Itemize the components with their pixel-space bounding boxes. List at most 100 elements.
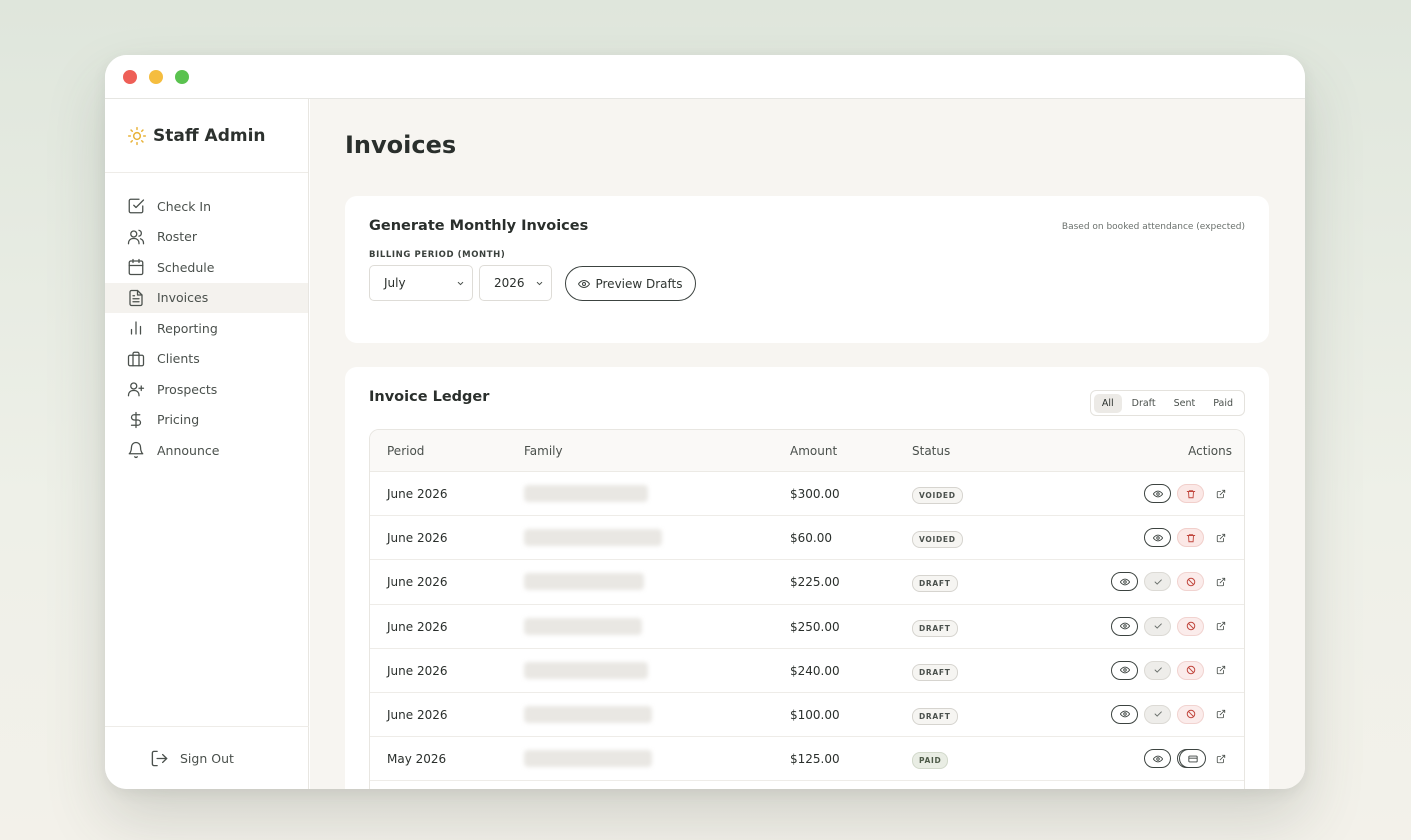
billing-period-label: BILLING PERIOD (MONTH) [369,250,506,260]
void-invoice-button[interactable] [1177,572,1204,592]
filter-draft[interactable]: Draft [1124,394,1164,413]
column-status[interactable]: Status [912,444,950,458]
ban-icon [1186,666,1195,675]
status-badge: DRAFT [912,575,958,593]
check-icon [1154,711,1162,718]
void-invoice-button[interactable] [1177,616,1204,636]
sidebar: Staff Admin Check In Roster Schedule Inv… [105,99,309,789]
view-invoice-button[interactable] [1111,660,1138,680]
view-invoice-button[interactable] [1144,749,1171,769]
approve-invoice-button[interactable] [1144,616,1171,636]
table-header: Period Family Amount Status Actions [370,430,1244,472]
bell-icon [128,442,144,459]
open-external-button[interactable] [1214,663,1228,677]
sidebar-item-announce[interactable]: Announce [105,435,308,466]
delete-invoice-button[interactable] [1177,484,1204,503]
status-badge: PAID [912,752,949,770]
filter-all[interactable]: All [1093,393,1122,413]
view-invoice-button[interactable] [1144,484,1171,503]
delete-invoice-button[interactable] [1177,528,1204,548]
eye-icon [578,279,591,288]
maximize-window-button[interactable] [175,70,189,84]
view-invoice-button[interactable] [1111,572,1138,592]
status-badge: DRAFT [912,663,958,681]
eye-icon [1119,578,1130,586]
row-amount: $300.00 [790,487,840,501]
approve-invoice-button[interactable] [1144,572,1171,592]
sidebar-item-prospects[interactable]: Prospects [105,374,308,405]
row-actions [1144,528,1228,548]
sidebar-item-schedule[interactable]: Schedule [105,252,308,283]
row-family-redacted [524,750,652,768]
filter-sent[interactable]: Sent [1166,394,1204,413]
table-row: June 2026 $300.00 VOIDED [370,472,1244,517]
row-family-redacted [524,705,652,723]
column-amount[interactable]: Amount [790,444,837,458]
close-window-button[interactable] [123,70,137,84]
row-actions [1111,616,1228,636]
sign-out-button[interactable]: Sign Out [105,726,309,789]
generate-card-title: Generate Monthly Invoices [369,218,589,234]
check-icon [1154,579,1162,585]
check-icon [1154,623,1162,629]
preview-drafts-button[interactable]: Preview Drafts [565,266,696,301]
month-select[interactable]: July [369,265,473,301]
column-family[interactable]: Family [524,444,563,458]
row-period: June 2026 [387,531,448,546]
invoice-ledger-card: Invoice Ledger All Draft Sent Paid Perio… [345,367,1269,789]
row-period: May 2026 [387,752,447,767]
view-invoice-button[interactable] [1144,528,1171,548]
month-value: July [384,276,406,290]
column-period[interactable]: Period [387,444,424,458]
view-invoice-button[interactable] [1111,616,1138,636]
open-external-button[interactable] [1214,619,1228,633]
brand-name: Staff Admin [153,125,266,146]
sidebar-nav: Check In Roster Schedule Invoices Report… [105,173,308,466]
row-actions [1111,660,1228,680]
table-row: June 2026 $250.00 DRAFT [370,605,1244,649]
ban-icon [1186,577,1195,587]
approve-invoice-button[interactable] [1144,660,1171,680]
sidebar-item-check-in[interactable]: Check In [105,191,308,222]
sidebar-item-roster[interactable]: Roster [105,222,308,253]
open-external-button[interactable] [1214,487,1228,501]
sidebar-item-reporting[interactable]: Reporting [105,313,308,344]
view-invoice-button[interactable] [1111,704,1138,724]
sidebar-item-invoices[interactable]: Invoices [105,282,308,313]
sidebar-item-clients[interactable]: Clients [105,344,308,375]
open-external-button[interactable] [1214,531,1228,545]
page-title: Invoices [345,131,457,159]
users-icon [127,229,145,245]
year-select[interactable]: 2026 [479,265,552,301]
check-icon [1154,667,1162,674]
briefcase-icon [127,351,145,367]
sidebar-item-pricing[interactable]: Pricing [105,405,308,436]
row-family-redacted [524,617,642,635]
void-invoice-button[interactable] [1177,704,1204,724]
trash-icon [1186,489,1195,498]
app-window: Staff Admin Check In Roster Schedule Inv… [105,55,1305,789]
filter-paid[interactable]: Paid [1205,394,1241,413]
user-plus-icon [127,382,145,397]
eye-icon [1119,711,1130,718]
status-badge: VOIDED [912,531,963,549]
sun-icon [127,126,147,145]
external-link-icon [1216,577,1226,587]
row-amount: $100.00 [790,707,840,722]
ban-icon [1186,621,1195,631]
approve-invoice-button[interactable] [1144,704,1171,724]
payment-card-button[interactable] [1179,749,1206,769]
generate-invoices-card: Generate Monthly Invoices Based on booke… [345,196,1269,343]
void-invoice-button[interactable] [1177,660,1204,680]
open-external-button[interactable] [1214,752,1228,766]
row-actions [1111,572,1228,592]
status-badge: DRAFT [912,707,958,725]
sidebar-item-label: Clients [157,351,200,367]
generate-note: Based on booked attendance (expected) [1061,222,1245,232]
row-period: June 2026 [387,619,448,634]
open-external-button[interactable] [1214,575,1228,589]
row-amount: $60.00 [790,531,832,546]
main-content: Invoices Generate Monthly Invoices Based… [310,99,1305,789]
open-external-button[interactable] [1214,707,1228,721]
minimize-window-button[interactable] [149,70,163,84]
